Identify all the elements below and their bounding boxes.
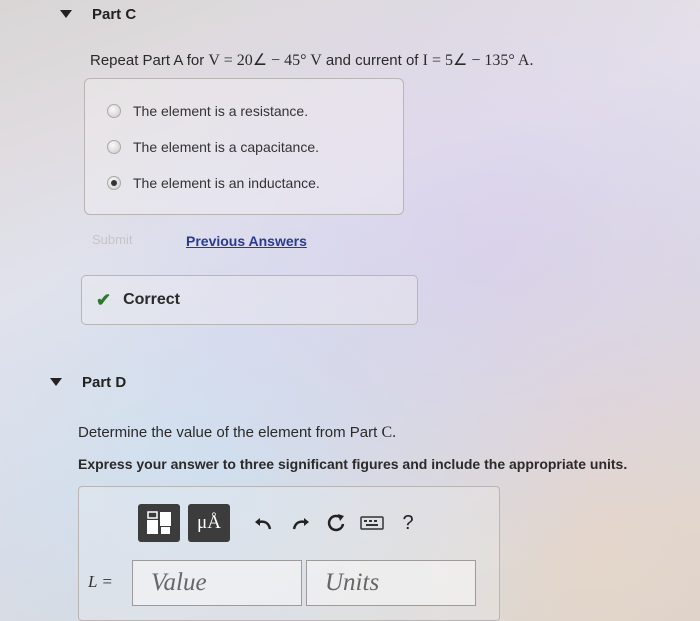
part-d-title[interactable]: Part D	[82, 374, 126, 391]
choice-capacitance[interactable]: The element is a capacitance.	[85, 129, 403, 165]
choice-label: The element is an inductance.	[133, 175, 320, 191]
radio-button[interactable]	[107, 140, 121, 154]
reset-icon	[327, 514, 345, 532]
question-mid: and current of	[325, 52, 419, 69]
choices-group: The element is a resistance. The element…	[84, 78, 404, 215]
part-c-question: Repeat Part A for V = 20∠ − 45° V and cu…	[90, 50, 533, 70]
redo-icon	[292, 518, 309, 530]
checkmark-icon: ✔	[96, 289, 112, 310]
value-input[interactable]: Value	[132, 560, 302, 606]
radio-button-selected[interactable]	[107, 176, 121, 190]
redo-button[interactable]	[282, 504, 318, 542]
equation-toolbar: μÅ ?	[138, 500, 476, 546]
units-input[interactable]: Units	[306, 560, 476, 606]
previous-answers-link[interactable]: Previous Answers	[186, 233, 307, 249]
choice-inductance[interactable]: The element is an inductance.	[85, 165, 403, 201]
choice-label: The element is a resistance.	[133, 103, 309, 119]
reset-button[interactable]	[318, 504, 354, 542]
answer-variable-label: L =	[88, 572, 113, 591]
units-icon: μÅ	[197, 512, 221, 533]
undo-icon	[255, 518, 272, 530]
radio-button[interactable]	[107, 104, 121, 118]
submit-button[interactable]: Submit	[92, 232, 132, 247]
help-button[interactable]: ?	[390, 504, 426, 542]
choice-label: The element is a capacitance.	[133, 139, 319, 155]
feedback-correct: ✔ Correct	[81, 275, 418, 325]
units-button[interactable]: μÅ	[188, 504, 230, 542]
part-reference: C.	[381, 424, 397, 441]
part-c-title[interactable]: Part C	[92, 6, 136, 23]
help-icon: ?	[402, 511, 414, 534]
value-placeholder: Value	[151, 569, 207, 596]
question-prefix: Determine the value of the element from …	[78, 424, 378, 441]
undo-button[interactable]	[246, 504, 282, 542]
current-expression: I = 5∠ − 135° A.	[422, 52, 534, 69]
instruction-text: Express your answer to three significant…	[78, 456, 628, 472]
voltage-expression: V = 20∠ − 45° V	[208, 52, 322, 69]
collapse-triangle-icon[interactable]	[60, 10, 72, 18]
part-d-question: Determine the value of the element from …	[78, 424, 396, 442]
keyboard-icon	[360, 516, 384, 530]
templates-icon	[147, 511, 171, 534]
keyboard-button[interactable]	[354, 504, 390, 542]
templates-button[interactable]	[138, 504, 180, 542]
question-prefix: Repeat Part A for	[90, 52, 205, 69]
choice-resistance[interactable]: The element is a resistance.	[85, 93, 403, 129]
feedback-label: Correct	[123, 291, 180, 308]
collapse-triangle-icon[interactable]	[50, 378, 62, 386]
units-placeholder: Units	[325, 569, 380, 596]
